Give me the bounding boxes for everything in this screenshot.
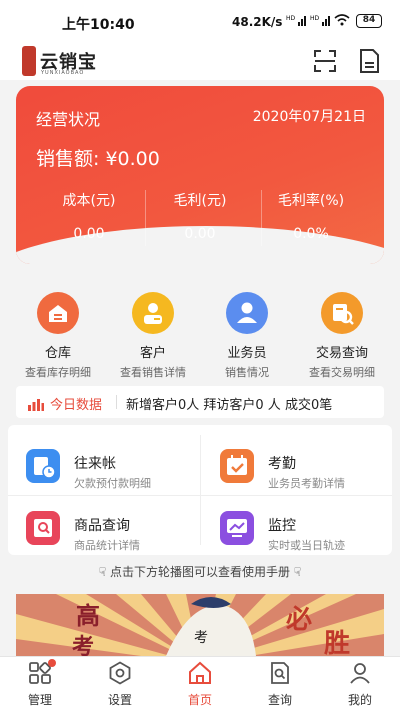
- manual-hint: ☟ 点击下方轮播图可以查看使用手册 ☟: [0, 563, 400, 580]
- tab-label: 管理: [27, 693, 52, 707]
- network-speed: 48.2K/s: [232, 15, 283, 29]
- tile-title: 商品查询: [74, 518, 130, 534]
- quick-action-label: 交易查询: [315, 346, 368, 361]
- tile-monitor[interactable]: 监控 实时或当日轨迹: [202, 495, 392, 555]
- today-data-label: 今日数据: [50, 398, 103, 413]
- query-icon: [268, 661, 292, 685]
- metric-value: 0.0%: [293, 226, 329, 242]
- status-bar: 上午10:40 48.2K/s HD HD 84: [0, 0, 400, 42]
- tab-settings[interactable]: 设置: [80, 661, 160, 708]
- tile-title: 监控: [268, 518, 296, 534]
- quick-action-warehouse[interactable]: 仓库 查看库存明细: [8, 292, 108, 380]
- tab-home[interactable]: 首页: [160, 661, 240, 708]
- tile-subtitle: 商品统计详情: [74, 539, 140, 552]
- svg-text:考: 考: [194, 630, 208, 646]
- quick-action-label: 业务员: [227, 346, 267, 361]
- sales-value: ¥0.00: [105, 148, 160, 170]
- signal-icon: HD: [286, 14, 308, 29]
- profile-icon: [348, 661, 372, 685]
- monitor-icon: [220, 511, 254, 545]
- sales-label: 销售额:: [36, 148, 100, 170]
- quick-action-desc: 查看交易明细: [309, 366, 375, 379]
- svg-text:高: 高: [76, 601, 100, 630]
- ledger-icon: [26, 449, 60, 483]
- quick-action-desc: 查看销售详情: [120, 366, 186, 379]
- hand-pointer-icon: ☟: [293, 565, 302, 579]
- divider: [116, 395, 117, 409]
- metric-value: 0.00: [184, 226, 216, 242]
- tab-label: 查询: [267, 693, 292, 707]
- document-icon[interactable]: [356, 48, 382, 74]
- card-title: 经营状况: [36, 110, 101, 129]
- business-summary-card[interactable]: 经营状况 2020年07月21日 销售额: ¥0.00 成本(元) 0.00 毛…: [16, 86, 384, 264]
- svg-text:HD: HD: [286, 15, 296, 22]
- quick-action-label: 客户: [139, 346, 166, 361]
- tab-label: 我的: [347, 693, 372, 707]
- svg-text:必: 必: [286, 605, 312, 635]
- today-data-text: 新增客户0人 拜访客户0 人 成交0笔: [126, 398, 333, 413]
- battery-icon: 84: [356, 14, 382, 28]
- hint-text: 点击下方轮播图可以查看使用手册: [109, 565, 290, 579]
- customer-icon: [132, 292, 174, 334]
- tile-product-search[interactable]: 商品查询 商品统计详情: [8, 495, 198, 555]
- quick-action-label: 仓库: [44, 346, 71, 361]
- bottom-tab-bar: 管理 设置 首页 查询 我的: [0, 656, 400, 711]
- notification-dot: [48, 659, 56, 667]
- salesperson-icon: [226, 292, 268, 334]
- home-icon: [188, 661, 212, 685]
- attendance-icon: [220, 449, 254, 483]
- svg-text:HD: HD: [310, 15, 320, 22]
- metric-label: 毛利率(%): [277, 193, 345, 209]
- tab-profile[interactable]: 我的: [320, 661, 400, 708]
- metric-gross-margin: 毛利率(%) 0.0%: [250, 190, 372, 242]
- feature-panel: 往来帐 欠款预付款明细 考勤 业务员考勤详情 商品查询 商品统计详情 监控 实时…: [8, 425, 392, 555]
- product-search-icon: [26, 511, 60, 545]
- signal-icon: HD: [310, 14, 332, 29]
- warehouse-icon: [37, 292, 79, 334]
- svg-text:胜: 胜: [324, 629, 350, 656]
- status-time: 上午10:40: [62, 17, 135, 33]
- metric-gross-profit: 毛利(元) 0.00: [139, 190, 261, 242]
- quick-action-customer[interactable]: 客户 查看销售详情: [103, 292, 203, 380]
- tile-subtitle: 实时或当日轨迹: [268, 539, 345, 552]
- tile-subtitle: 业务员考勤详情: [268, 477, 345, 490]
- svg-text:考: 考: [72, 634, 94, 656]
- transaction-search-icon: [321, 292, 363, 334]
- carousel-banner[interactable]: 高 考 考 必 胜: [16, 594, 384, 656]
- tile-subtitle: 欠款预付款明细: [74, 477, 151, 490]
- tab-label: 首页: [187, 693, 212, 707]
- quick-action-desc: 查看库存明细: [25, 366, 91, 379]
- tile-attendance[interactable]: 考勤 业务员考勤详情: [202, 433, 392, 493]
- tile-title: 往来帐: [74, 456, 116, 472]
- quick-action-salesperson[interactable]: 业务员 销售情况: [197, 292, 297, 380]
- quick-action-desc: 销售情况: [225, 366, 269, 379]
- banner-artwork: 高 考 考 必 胜: [16, 594, 384, 656]
- bar-chart-icon: [28, 396, 44, 415]
- tab-query[interactable]: 查询: [240, 661, 320, 708]
- app-header: 云销宝 YUNXIAOBAO: [0, 42, 400, 80]
- scan-icon[interactable]: [312, 48, 338, 74]
- tile-title: 考勤: [268, 456, 296, 472]
- logo-seal: [22, 46, 36, 76]
- metric-label: 毛利(元): [173, 193, 227, 209]
- tab-manage[interactable]: 管理: [0, 659, 80, 708]
- tile-ledger[interactable]: 往来帐 欠款预付款明细: [8, 433, 198, 493]
- today-data-bar[interactable]: 今日数据 新增客户0人 拜访客户0 人 成交0笔: [16, 386, 384, 418]
- app-logo-subtext: YUNXIAOBAO: [41, 70, 85, 76]
- metric-label: 成本(元): [62, 193, 116, 209]
- card-date: 2020年07月21日: [252, 109, 366, 125]
- divider: [200, 435, 201, 545]
- wifi-icon: [334, 14, 350, 29]
- quick-action-transaction[interactable]: 交易查询 查看交易明细: [292, 292, 392, 380]
- settings-icon: [108, 661, 132, 685]
- hand-pointer-icon: ☟: [98, 565, 107, 579]
- metric-value: 0.00: [73, 226, 105, 242]
- metric-cost: 成本(元) 0.00: [28, 190, 150, 242]
- tab-label: 设置: [107, 693, 132, 707]
- sales-amount: 销售额: ¥0.00: [36, 144, 160, 171]
- grid-icon: [28, 659, 56, 685]
